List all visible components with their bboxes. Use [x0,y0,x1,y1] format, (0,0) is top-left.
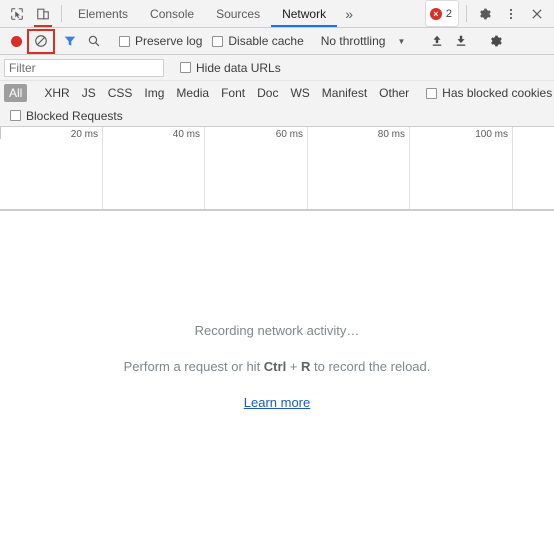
has-blocked-cookies-checkbox[interactable]: Has blocked cookies [424,86,554,100]
type-filter-doc[interactable]: Doc [252,84,283,102]
inspect-cursor-icon[interactable] [4,0,30,27]
import-har-button[interactable] [425,30,449,52]
timeline-divider-5 [512,127,513,209]
preserve-log-checkbox[interactable]: Preserve log [117,34,204,48]
clear-button[interactable] [27,28,55,54]
disable-cache-label: Disable cache [228,34,304,48]
timeline-tick-60ms: 60 ms [275,129,303,140]
timeline-tick-20ms: 20 ms [70,129,98,140]
import-har-icon [433,35,442,46]
error-circle-icon: × [429,7,442,20]
type-filter-ws[interactable]: WS [285,84,314,102]
type-filter-other[interactable]: Other [374,84,414,102]
recording-status-text: Recording network activity… [194,323,360,338]
search-button[interactable] [82,30,106,52]
timeline-divider-2 [204,127,205,209]
tab-network-label: Network [282,6,327,21]
filter-input[interactable] [4,58,164,77]
has-blocked-cookies-box-icon [426,87,438,99]
error-count-badge[interactable]: × 2 [424,0,459,27]
chevron-down-icon: ▼ [397,36,406,46]
shortcut-plus: + [286,359,302,374]
record-hint-post: to record the reload. [310,359,431,374]
panel-tabs: Elements Console Sources Network [67,0,338,27]
type-filter-js[interactable]: JS [77,84,101,102]
tab-sources[interactable]: Sources [205,0,271,27]
search-icon [88,35,100,47]
timeline-tick-40ms: 40 ms [172,129,200,140]
type-filter-all[interactable]: All [4,84,28,102]
timeline-divider-4 [409,127,410,209]
tab-console[interactable]: Console [139,0,205,27]
throttling-dropdown[interactable]: No throttling ▼ [317,34,415,48]
blocked-requests-checkbox[interactable]: Blocked Requests [8,109,125,123]
timeline-tick-80ms: 80 ms [377,129,405,140]
blocked-requests-label: Blocked Requests [26,108,123,123]
hide-data-urls-label: Hide data URLs [196,60,281,75]
type-filter-css[interactable]: CSS [103,84,138,102]
network-empty-state: Recording network activity… Perform a re… [0,211,554,536]
record-hint-text: Perform a request or hit Ctrl + R to rec… [124,359,431,374]
tabbar-divider [61,5,62,22]
export-har-button[interactable] [449,30,473,52]
disable-cache-box-icon [212,35,224,47]
overview-left-edge [0,127,1,139]
type-filter-xhr[interactable]: XHR [39,84,74,102]
has-blocked-cookies-label: Has blocked cookies [442,86,553,100]
tabbar-divider-right [466,5,467,22]
tab-console-label: Console [150,6,195,21]
filter-toggle-button[interactable] [58,30,82,52]
devtools-window: Elements Console Sources Network » × 2 P… [0,0,554,536]
record-hint-pre: Perform a request or hit [123,359,264,374]
type-filter-manifest[interactable]: Manifest [317,84,372,102]
error-count-label: 2 [445,7,452,20]
kebab-menu-icon[interactable] [498,0,524,27]
funnel-filter-icon [64,36,76,46]
blocked-requests-box-icon [10,110,21,121]
shortcut-key-ctrl: Ctrl [263,359,287,374]
resource-type-filters: All XHR JS CSS Img Media Font Doc WS Man… [0,81,554,105]
record-button[interactable] [4,30,28,52]
more-tabs-icon[interactable]: » [337,0,361,27]
hide-data-urls-checkbox[interactable]: Hide data URLs [178,61,283,75]
record-dot-icon [10,35,22,47]
preserve-log-box-icon [119,35,130,47]
filter-row: Hide data URLs [0,55,554,81]
close-icon[interactable] [524,0,550,27]
preserve-log-label: Preserve log [135,34,203,48]
blocked-requests-row: Blocked Requests [0,105,554,127]
shortcut-key-r: R [301,359,311,374]
tab-elements[interactable]: Elements [67,0,139,27]
tab-elements-label: Elements [78,6,129,21]
learn-more-link[interactable]: Learn more [244,395,310,410]
type-filter-img[interactable]: Img [139,84,169,102]
type-filter-font[interactable]: Font [216,84,250,102]
network-overview-timeline[interactable]: 20 ms 40 ms 60 ms 80 ms 100 ms [0,127,554,211]
gear-icon[interactable] [472,0,498,27]
throttling-value: No throttling [320,34,386,48]
timeline-divider-3 [307,127,308,209]
network-settings-gear-icon[interactable] [484,30,508,52]
hide-data-urls-box-icon [180,62,191,73]
disable-cache-checkbox[interactable]: Disable cache [210,34,305,48]
tab-network[interactable]: Network [271,0,338,27]
type-filter-media[interactable]: Media [171,84,214,102]
timeline-divider-1 [102,127,103,209]
devtools-tabbar: Elements Console Sources Network » × 2 [0,0,554,28]
network-toolbar: Preserve log Disable cache No throttling… [0,28,554,55]
timeline-tick-100ms: 100 ms [475,129,508,140]
device-toolbar-icon[interactable] [30,0,56,27]
tabbar-spacer [361,0,425,27]
tab-sources-label: Sources [216,6,261,21]
export-har-icon [457,35,466,46]
